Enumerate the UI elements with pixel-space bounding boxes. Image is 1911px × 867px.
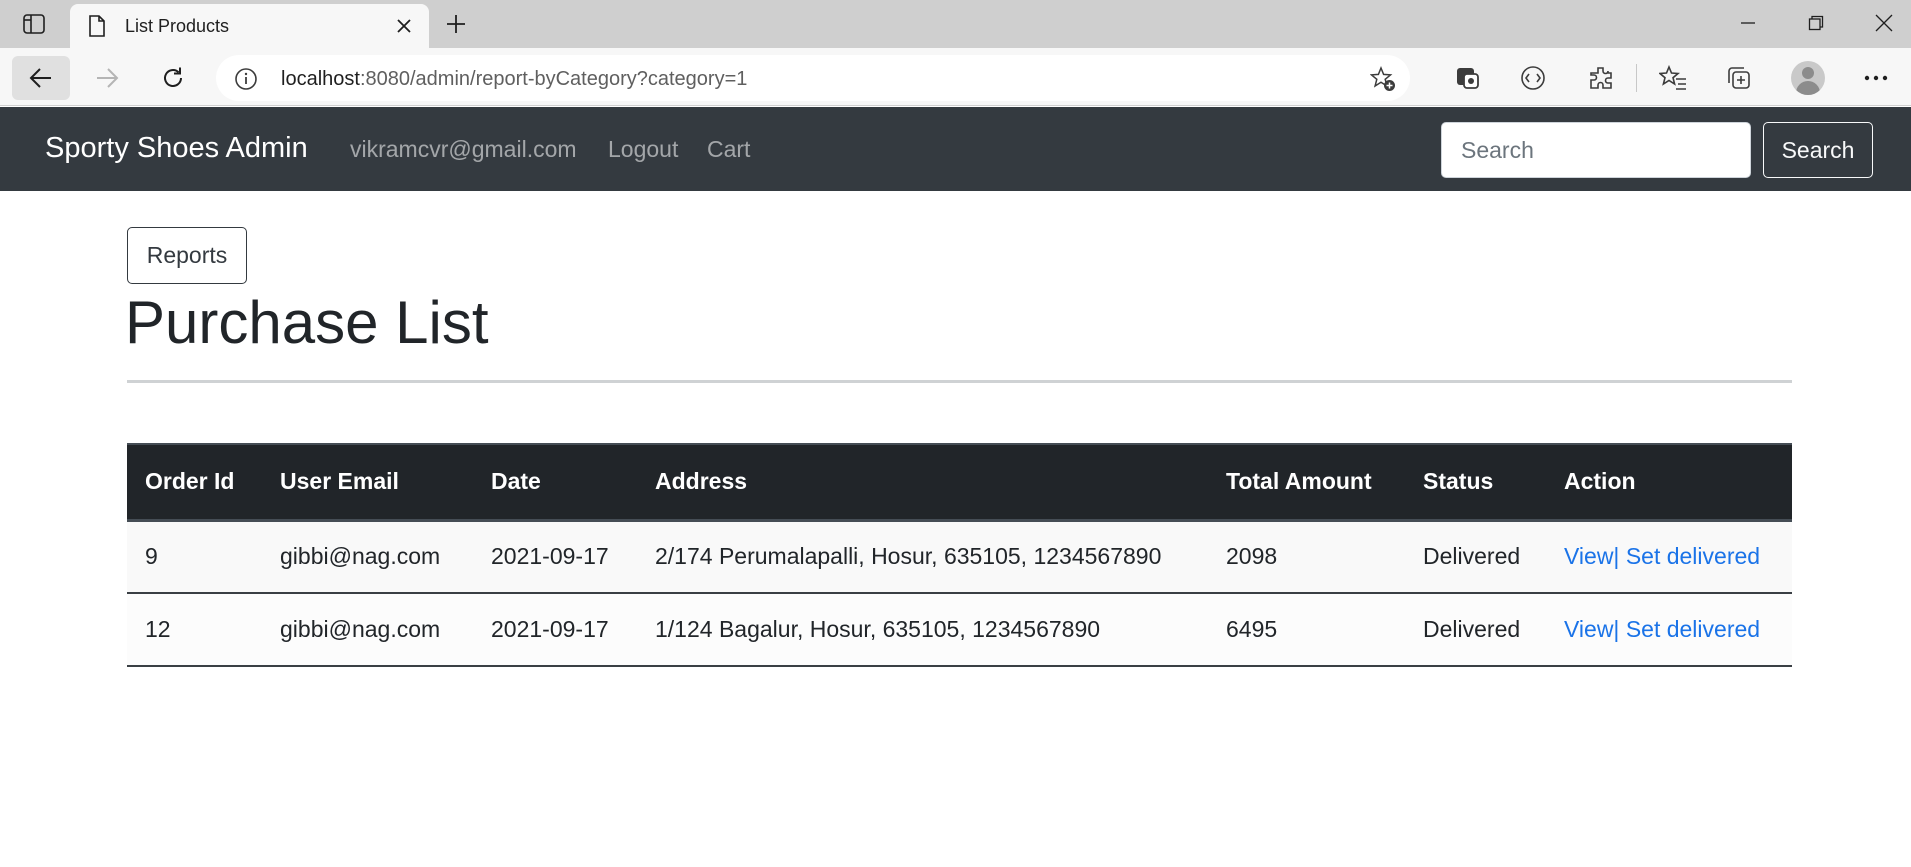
header-total-amount: Total Amount [1208, 443, 1405, 522]
search-input[interactable] [1441, 122, 1751, 178]
cell-status: Delivered [1405, 593, 1546, 667]
cell-address: 1/124 Bagalur, Hosur, 635105, 1234567890 [637, 593, 1208, 667]
table-row: 9 gibbi@nag.com 2021-09-17 2/174 Perumal… [127, 520, 1792, 594]
cell-order-id: 12 [127, 593, 262, 667]
header-user-email: User Email [262, 443, 473, 522]
table-row: 12 gibbi@nag.com 2021-09-17 1/124 Bagalu… [127, 593, 1792, 667]
header-order-id: Order Id [127, 443, 262, 522]
cell-date: 2021-09-17 [473, 520, 637, 594]
tab-actions-icon[interactable] [18, 10, 50, 38]
cell-user-email: gibbi@nag.com [262, 520, 473, 594]
browser-toolbar: localhost:8080/admin/report-byCategory?c… [0, 48, 1911, 106]
header-status: Status [1405, 443, 1546, 522]
favorites-icon[interactable] [1658, 63, 1688, 93]
nav-link-cart[interactable]: Cart [707, 136, 750, 163]
info-icon[interactable] [234, 67, 258, 96]
title-divider [127, 380, 1792, 383]
view-link[interactable]: View| [1564, 616, 1619, 642]
collections-extension-icon[interactable] [1453, 63, 1483, 93]
nav-link-user-email[interactable]: vikramcvr@gmail.com [350, 136, 577, 163]
browser-tabstrip: List Products [0, 0, 1911, 48]
tab-title: List Products [125, 16, 230, 36]
cell-order-id: 9 [127, 520, 262, 594]
header-address: Address [637, 443, 1208, 522]
reload-button[interactable] [144, 56, 202, 100]
set-delivered-link[interactable]: Set delivered [1626, 616, 1760, 642]
set-delivered-link[interactable]: Set delivered [1626, 543, 1760, 569]
more-options-icon[interactable] [1861, 63, 1891, 93]
minimize-icon[interactable] [1728, 8, 1768, 38]
add-favorite-icon[interactable] [1369, 66, 1396, 97]
cell-user-email: gibbi@nag.com [262, 593, 473, 667]
cell-status: Delivered [1405, 520, 1546, 594]
close-tab-icon[interactable] [393, 15, 415, 37]
app-navbar: Sporty Shoes Admin vikramcvr@gmail.com L… [0, 107, 1911, 191]
close-window-icon[interactable] [1864, 8, 1904, 38]
page-icon [88, 15, 106, 42]
nav-link-logout[interactable]: Logout [608, 136, 678, 163]
extensions-icon[interactable] [1586, 63, 1616, 93]
collections-icon[interactable] [1724, 63, 1754, 93]
avatar-head [1802, 67, 1814, 79]
reports-button[interactable]: Reports [127, 227, 247, 284]
forward-button[interactable] [78, 56, 136, 100]
cell-date: 2021-09-17 [473, 593, 637, 667]
url-path: :8080/admin/report-byCategory?category=1 [359, 68, 748, 90]
browser-tab[interactable]: List Products [70, 4, 429, 48]
back-button[interactable] [12, 56, 70, 100]
view-link[interactable]: View| [1564, 543, 1619, 569]
purchase-table: Order Id User Email Date Address Total A… [127, 443, 1792, 667]
restore-icon[interactable] [1796, 8, 1836, 38]
avatar-body [1796, 81, 1820, 95]
address-url[interactable]: localhost:8080/admin/report-byCategory?c… [281, 68, 747, 91]
cell-total-amount: 6495 [1208, 593, 1405, 667]
profile-avatar[interactable] [1791, 61, 1825, 95]
reading-view-icon[interactable] [1518, 63, 1548, 93]
navbar-brand[interactable]: Sporty Shoes Admin [45, 132, 308, 165]
cell-total-amount: 2098 [1208, 520, 1405, 594]
table-header: Order Id User Email Date Address Total A… [127, 443, 1792, 522]
cell-action: View| Set delivered [1546, 593, 1792, 667]
new-tab-icon[interactable] [440, 9, 472, 39]
search-button[interactable]: Search [1763, 122, 1873, 178]
url-host: localhost [281, 68, 360, 90]
address-bar[interactable]: localhost:8080/admin/report-byCategory?c… [216, 55, 1410, 101]
header-action: Action [1546, 443, 1792, 522]
cell-action: View| Set delivered [1546, 520, 1792, 594]
table-header-row: Order Id User Email Date Address Total A… [127, 443, 1792, 522]
header-date: Date [473, 443, 637, 522]
page-title: Purchase List [125, 289, 489, 356]
cell-address: 2/174 Perumalapalli, Hosur, 635105, 1234… [637, 520, 1208, 594]
toolbar-separator [1636, 64, 1637, 92]
